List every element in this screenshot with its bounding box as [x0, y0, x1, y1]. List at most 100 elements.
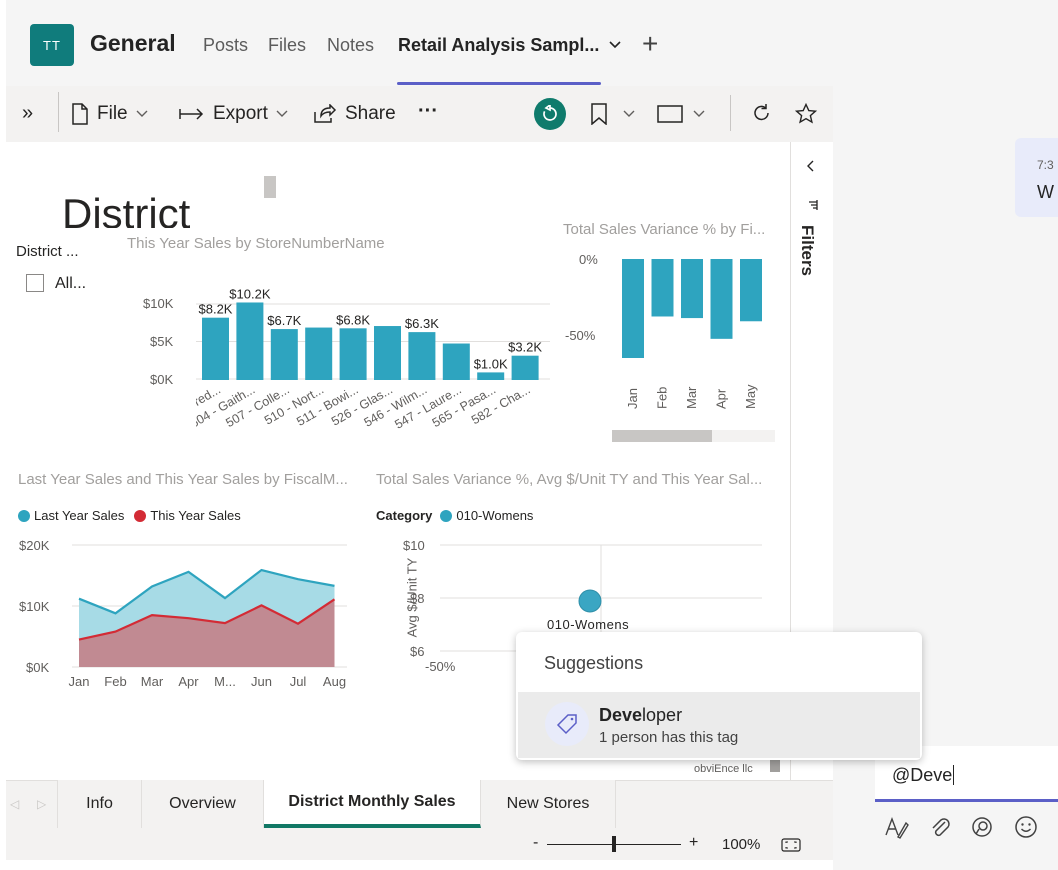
data-label: $10.2K — [229, 286, 271, 301]
bar — [511, 355, 539, 380]
x-tick-label: Aug — [323, 674, 346, 689]
chevron-down-icon[interactable] — [608, 40, 622, 50]
bar — [740, 259, 762, 322]
export-menu-button[interactable]: Export — [179, 103, 288, 125]
xtick: -50% — [425, 659, 456, 674]
bar — [339, 328, 367, 380]
page-tab-overview[interactable]: Overview — [142, 780, 264, 828]
legend-label: Last Year Sales — [34, 508, 125, 523]
ytick: 0% — [579, 252, 598, 267]
file-label: File — [97, 103, 128, 124]
tag-avatar — [545, 702, 589, 746]
tab-prev-icon[interactable]: ◁ — [10, 797, 19, 811]
filters-label[interactable]: Filters — [797, 225, 817, 276]
zoom-in-button[interactable]: + — [689, 834, 698, 852]
ytick: $6 — [410, 644, 425, 659]
export-arrow-icon — [179, 108, 204, 120]
bar — [681, 259, 703, 319]
bookmark-icon[interactable] — [590, 103, 608, 125]
variance-bar-chart: Jan Feb Mar Apr May — [622, 259, 762, 409]
scrollbar-thumb[interactable] — [612, 430, 712, 442]
visual-title-ly-ty: Last Year Sales and This Year Sales by F… — [18, 471, 348, 488]
team-avatar[interactable]: TT — [30, 24, 74, 66]
active-tab-indicator — [397, 82, 601, 85]
chat-message-bubble[interactable] — [1015, 138, 1058, 217]
visual-title-variance: Total Sales Variance % by Fi... — [563, 221, 766, 238]
ytick: $10 — [403, 538, 425, 553]
page-tab-new-stores[interactable]: New Stores — [481, 780, 616, 828]
reset-to-default-button[interactable] — [534, 98, 566, 130]
collapse-chevron-icon[interactable] — [806, 160, 820, 172]
legend-dot — [440, 509, 453, 522]
x-tick-label: Mar — [141, 674, 164, 689]
x-tick-label: Apr — [714, 388, 729, 409]
legend-label: This Year Sales — [150, 508, 241, 523]
legend-dot — [18, 509, 30, 522]
legend: Category 010-Womens — [376, 508, 533, 523]
reset-icon — [543, 105, 557, 121]
text-cursor — [953, 765, 955, 785]
suggestions-title: Suggestions — [544, 653, 644, 673]
zoom-level: 100% — [722, 836, 761, 853]
status-bar — [6, 828, 833, 860]
format-icon[interactable] — [884, 815, 910, 839]
bar — [651, 259, 674, 317]
view-icon[interactable] — [657, 105, 683, 123]
zoom-out-button[interactable]: - — [533, 834, 538, 852]
more-options-button[interactable]: ··· — [418, 100, 438, 123]
share-label: Share — [345, 103, 396, 124]
x-tick-label: Jan — [69, 674, 90, 689]
ytick: $20K — [19, 538, 50, 553]
zoom-slider-thumb[interactable] — [612, 836, 616, 852]
file-menu-button[interactable]: File — [71, 103, 148, 125]
message-time: 7:3 — [1037, 158, 1054, 172]
ytick: $0K — [150, 372, 174, 387]
chevron-down-icon[interactable] — [623, 110, 635, 118]
chevron-down-icon[interactable] — [693, 110, 705, 118]
bar — [270, 329, 298, 380]
slicer-option-all[interactable]: All... — [55, 275, 86, 293]
bar — [305, 327, 333, 380]
tab-files[interactable]: Files — [268, 35, 306, 56]
favorite-star-icon[interactable] — [795, 103, 817, 124]
ytick: -50% — [565, 328, 596, 343]
suggestion-name-match: Deve — [599, 705, 643, 725]
scroll-marker — [264, 176, 276, 198]
x-tick-label: Mar — [684, 386, 699, 409]
compose-input[interactable]: @Deve — [892, 765, 952, 785]
bar — [202, 317, 229, 380]
share-button[interactable]: Share — [313, 103, 396, 125]
tab-next-icon[interactable]: ▷ — [37, 797, 46, 811]
bar — [374, 326, 401, 380]
legend: Last Year Sales This Year Sales — [18, 508, 241, 523]
filter-icon — [809, 200, 818, 210]
x-tick-label: Jul — [290, 674, 307, 689]
legend-dot — [134, 509, 147, 522]
compose-text[interactable]: @Deve — [892, 765, 955, 786]
bar — [710, 259, 733, 339]
page-tab-info[interactable]: Info — [58, 780, 142, 828]
attach-icon[interactable] — [929, 815, 951, 839]
bar — [236, 302, 264, 380]
data-label: $3.2K — [508, 340, 542, 355]
slicer-checkbox[interactable] — [26, 274, 44, 292]
x-tick-label: May — [743, 384, 758, 409]
page-tab-district-monthly-sales[interactable]: District Monthly Sales — [264, 780, 481, 828]
tab-posts[interactable]: Posts — [203, 35, 248, 56]
tab-retail-analysis[interactable]: Retail Analysis Sampl... — [398, 35, 599, 56]
store-sales-bar-chart: $8.2K501 - Fred...$10.2K504 - Gaith...$6… — [196, 286, 550, 432]
legend-title: Category — [376, 508, 433, 523]
chevron-down-icon — [276, 110, 288, 117]
tab-notes[interactable]: Notes — [327, 35, 374, 56]
add-tab-button[interactable]: + — [642, 28, 658, 60]
bar — [477, 372, 505, 380]
fit-to-page-icon[interactable] — [781, 838, 801, 852]
chart-scrollbar[interactable] — [612, 430, 775, 442]
suggestion-name-rest: loper — [642, 705, 683, 725]
refresh-icon[interactable] — [752, 103, 772, 123]
loop-icon[interactable] — [970, 815, 994, 839]
chevron-down-icon — [136, 110, 148, 117]
suggestion-subtext: 1 person has this tag — [599, 729, 739, 746]
emoji-icon[interactable] — [1014, 815, 1038, 839]
expand-pane-button[interactable]: » — [22, 102, 33, 125]
